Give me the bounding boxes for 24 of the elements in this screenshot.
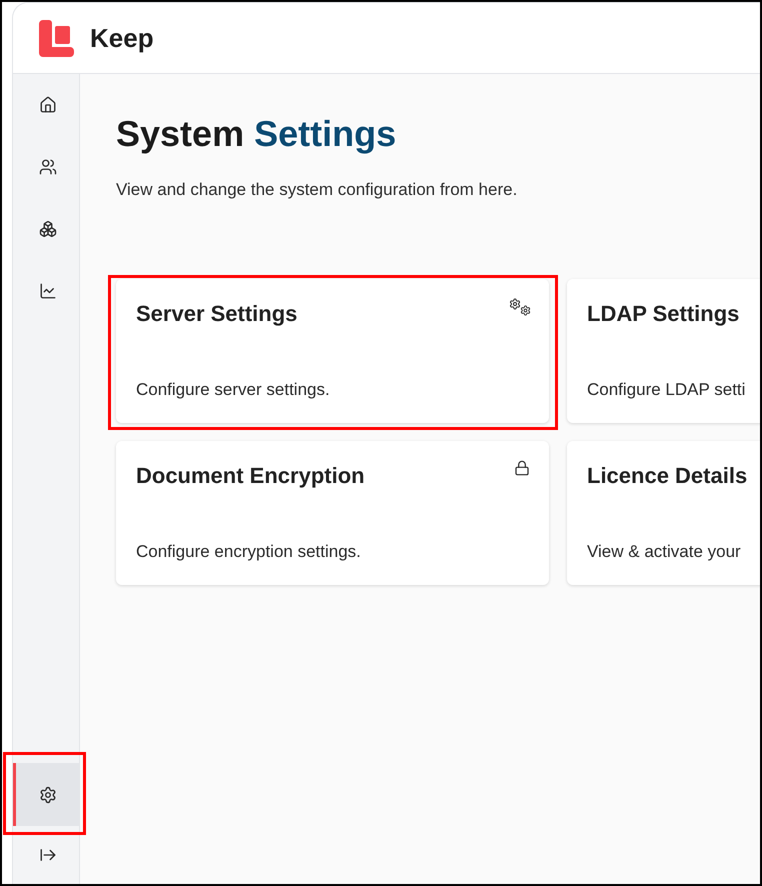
settings-card[interactable]: LDAP Settings Configure LDAP setti — [567, 279, 760, 423]
card-title: Server Settings — [136, 300, 298, 328]
app-name: Keep — [90, 22, 154, 54]
settings-card[interactable]: Licence Details View & activate your — [567, 441, 760, 585]
settings-icon — [38, 786, 56, 804]
card-title: Licence Details — [587, 462, 748, 490]
card-description: Configure server settings. — [136, 379, 331, 401]
lock-icon — [514, 460, 530, 476]
card-description: View & activate your — [587, 541, 742, 563]
card-description: Configure encryption settings. — [136, 541, 362, 563]
card-title: Document Encryption — [136, 462, 365, 490]
home-icon — [38, 96, 56, 114]
gears-icon — [509, 298, 531, 316]
settings-card[interactable]: Server Settings Configure server settings. — [116, 279, 549, 423]
card-title: LDAP Settings — [587, 300, 740, 328]
page-title: System — [116, 112, 244, 156]
line-chart-icon — [38, 282, 56, 300]
page-title-accent: Settings — [254, 112, 396, 156]
boxes-icon — [38, 220, 56, 238]
people-icon — [38, 158, 56, 176]
card-description: Configure LDAP setti — [587, 379, 746, 401]
settings-card[interactable]: Document Encryption Configure encryption settings. — [116, 441, 549, 585]
logo-icon — [39, 20, 74, 56]
page-subtitle: View and change the system configuration from here. — [116, 179, 518, 201]
